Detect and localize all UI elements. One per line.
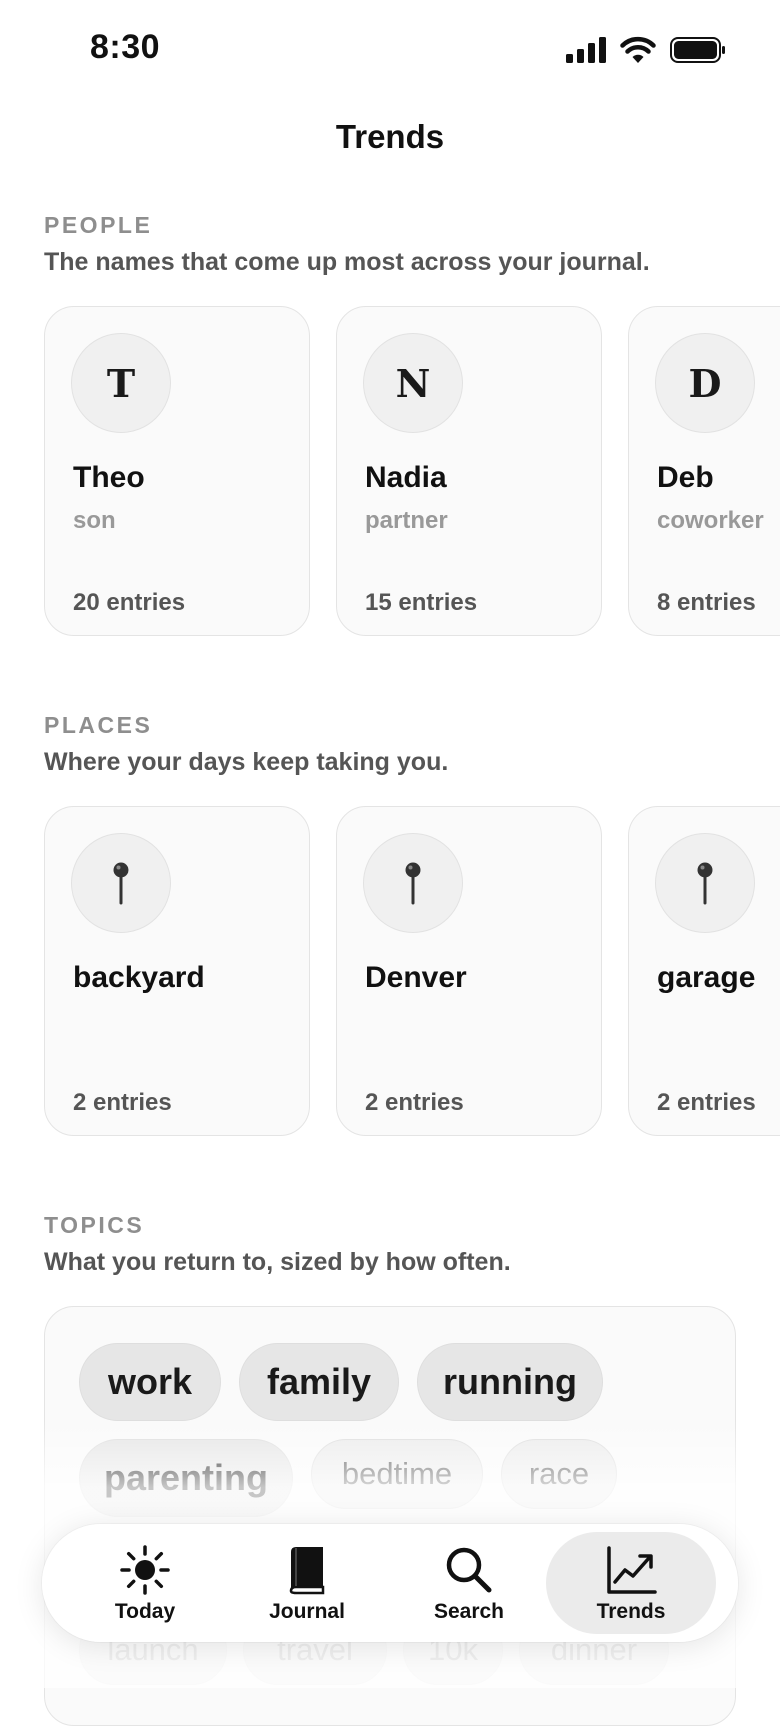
- topic-chip[interactable]: work: [79, 1343, 221, 1421]
- tab-label: Search: [433, 1600, 505, 1623]
- places-carousel[interactable]: backyard 2 entries Denver 2 entries gara…: [44, 806, 780, 1138]
- person-role: son: [73, 507, 116, 534]
- book-icon: [281, 1544, 333, 1596]
- entry-count: 2 entries: [365, 1089, 464, 1116]
- topic-chip[interactable]: parenting: [79, 1439, 293, 1517]
- entry-count: 2 entries: [657, 1089, 756, 1116]
- person-name: Theo: [73, 461, 145, 494]
- place-avatar: [363, 833, 463, 933]
- topics-cloud: work family running parenting bedtime ra…: [44, 1306, 736, 1726]
- tab-bar: Today Journal Search Trends: [42, 1524, 738, 1642]
- people-section-label: PEOPLE: [44, 212, 153, 238]
- status-icons: [566, 36, 726, 64]
- tab-today[interactable]: Today: [60, 1532, 230, 1634]
- topic-chip[interactable]: race: [501, 1439, 617, 1509]
- topic-chip[interactable]: family: [239, 1343, 399, 1421]
- tab-label: Trends: [596, 1600, 666, 1623]
- place-name: backyard: [73, 961, 205, 994]
- tab-journal[interactable]: Journal: [222, 1532, 392, 1634]
- search-icon: [443, 1544, 495, 1596]
- place-card[interactable]: Denver 2 entries: [336, 806, 602, 1136]
- places-section-subtitle: Where your days keep taking you.: [44, 748, 449, 776]
- place-name: garage: [657, 961, 756, 994]
- place-avatar: [71, 833, 171, 933]
- topic-chip[interactable]: bedtime: [311, 1439, 483, 1509]
- status-bar: 8:30: [0, 0, 780, 100]
- page-title: Trends: [335, 118, 445, 155]
- person-card[interactable]: N Nadia partner 15 entries: [336, 306, 602, 636]
- battery-icon: [670, 37, 725, 63]
- wifi-icon: [620, 36, 656, 63]
- places-section-label: PLACES: [44, 712, 153, 738]
- entry-count: 20 entries: [73, 589, 186, 616]
- person-card[interactable]: T Theo son 20 entries: [44, 306, 310, 636]
- entry-count: 8 entries: [657, 589, 756, 616]
- pin-icon: [405, 862, 421, 905]
- pin-icon: [697, 862, 713, 905]
- place-name: Denver: [365, 961, 467, 994]
- place-avatar: [655, 833, 755, 933]
- topics-section-label: TOPICS: [44, 1212, 145, 1238]
- status-time: 8:30: [90, 28, 161, 66]
- avatar: N: [363, 333, 463, 433]
- person-name: Nadia: [365, 461, 447, 494]
- people-carousel[interactable]: T Theo son 20 entries N Nadia partner 15…: [44, 306, 780, 638]
- tab-label: Journal: [269, 1600, 345, 1623]
- place-card[interactable]: backyard 2 entries: [44, 806, 310, 1136]
- pin-icon: [113, 862, 129, 905]
- cellular-signal-icon: [566, 37, 606, 63]
- entry-count: 15 entries: [365, 589, 478, 616]
- tab-label: Today: [114, 1600, 176, 1623]
- topic-chip[interactable]: running: [417, 1343, 603, 1421]
- people-section-subtitle: The names that come up most across your …: [44, 248, 650, 276]
- chart-icon: [605, 1544, 657, 1596]
- person-card[interactable]: D Deb coworker 8 entries: [628, 306, 780, 636]
- person-role: partner: [365, 507, 448, 534]
- person-role: coworker: [657, 507, 764, 534]
- avatar: T: [71, 333, 171, 433]
- place-card[interactable]: garage 2 entries: [628, 806, 780, 1136]
- person-name: Deb: [657, 461, 714, 494]
- entry-count: 2 entries: [73, 1089, 172, 1116]
- avatar: D: [655, 333, 755, 433]
- topics-section-subtitle: What you return to, sized by how often.: [44, 1248, 511, 1276]
- sun-icon: [119, 1544, 171, 1596]
- tab-trends[interactable]: Trends: [546, 1532, 716, 1634]
- tab-search[interactable]: Search: [384, 1532, 554, 1634]
